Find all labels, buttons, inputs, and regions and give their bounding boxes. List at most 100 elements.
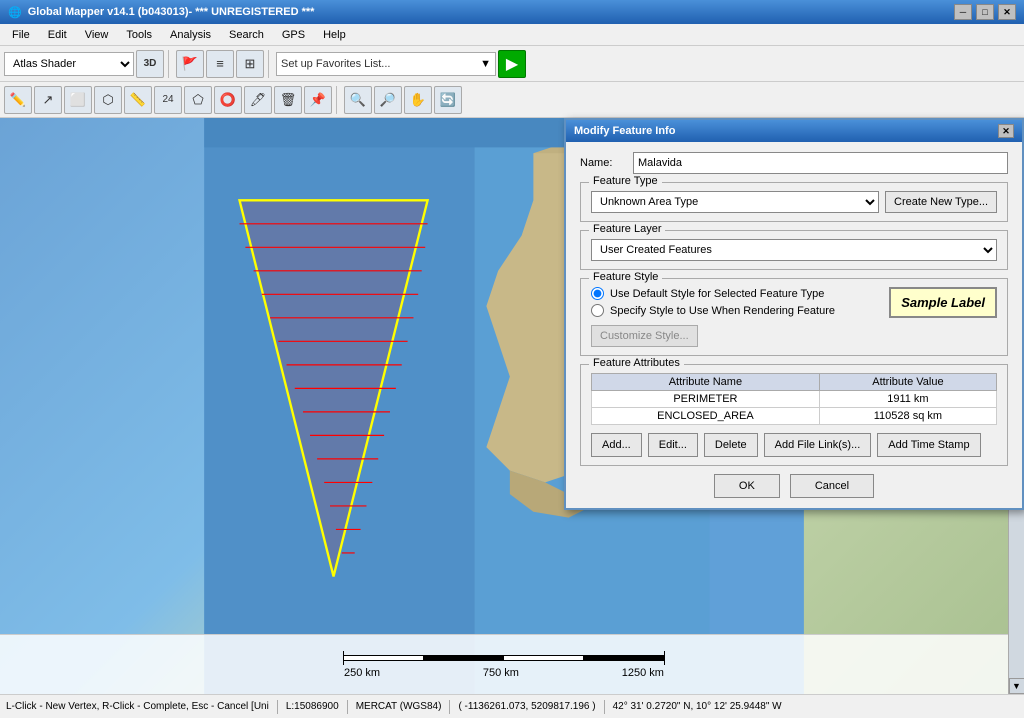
tb-marker-tool[interactable]: 📌 [304,86,332,114]
tb-erase-tool[interactable]: 🗑 [274,86,302,114]
tb-flag-button[interactable]: 🚩 [176,50,204,78]
tb-circle-tool[interactable]: ⭕ [214,86,242,114]
edit-attribute-button[interactable]: Edit... [648,433,698,457]
close-button[interactable]: ✕ [998,4,1016,20]
table-row: ENCLOSED_AREA 110528 sq km [592,408,997,425]
tb-3d-button[interactable]: 3D [136,50,164,78]
sample-label-box: Sample Label [889,287,997,318]
menu-help[interactable]: Help [315,27,354,43]
tb-edit-tool[interactable]: ↗ [34,86,62,114]
tb-pan-tool[interactable]: ✋ [404,86,432,114]
menu-edit[interactable]: Edit [40,27,75,43]
feature-type-combo[interactable]: Unknown Area Type [591,191,879,213]
feature-style-inner: Use Default Style for Selected Feature T… [591,287,997,347]
name-input[interactable] [633,152,1008,174]
create-new-type-button[interactable]: Create New Type... [885,191,997,213]
status-action: L-Click - New Vertex, R-Click - Complete… [6,701,269,712]
table-row: PERIMETER 1911 km [592,391,997,408]
status-sep-2 [347,700,348,714]
feature-layer-group: Feature Layer User Created Features [580,230,1008,270]
radio-default-style[interactable] [591,287,604,300]
modify-feature-dialog: Modify Feature Info ✕ Name: Feature Type… [564,118,1024,510]
title-bar: 🌐 Global Mapper v14.1 (b043013)- *** UNR… [0,0,1024,24]
scale-label-3: 1250 km [622,667,664,679]
tb-line-tool[interactable]: ⬡ [94,86,122,114]
ok-cancel-row: OK Cancel [580,474,1008,498]
dialog-title: Modify Feature Info [574,125,675,137]
tb-polygon-tool[interactable]: ⬠ [184,86,212,114]
favorites-dropdown-icon[interactable]: ▼ [480,58,491,70]
app-icon: 🌐 [8,6,22,19]
attr-name-2: ENCLOSED_AREA [592,408,820,425]
name-field-row: Name: [580,152,1008,174]
main-area: 250 km 750 km 1250 km ▲ ▼ Modify Feature… [0,118,1024,694]
attr-col-value-header: Attribute Value [819,374,996,391]
feature-type-group-label: Feature Type [589,175,662,187]
tb-layers-button[interactable]: ≡ [206,50,234,78]
title-bar-controls[interactable]: ─ □ ✕ [954,4,1016,20]
radio-custom-style-label: Specify Style to Use When Rendering Feat… [610,305,835,317]
add-time-stamp-button[interactable]: Add Time Stamp [877,433,980,457]
dialog-close-button[interactable]: ✕ [998,124,1014,138]
feature-layer-group-label: Feature Layer [589,223,665,235]
menu-search[interactable]: Search [221,27,272,43]
favorites-combo[interactable]: Set up Favorites List... ▼ [276,52,496,76]
tb-area-tool[interactable]: ⬜ [64,86,92,114]
menu-gps[interactable]: GPS [274,27,313,43]
tb-number-tool[interactable]: 24 [154,86,182,114]
dialog-title-bar: Modify Feature Info ✕ [566,120,1022,142]
radio-default-style-label: Use Default Style for Selected Feature T… [610,288,824,300]
tb-zoom-out[interactable]: 🔎 [374,86,402,114]
scroll-down-button[interactable]: ▼ [1009,678,1024,694]
menu-bar: File Edit View Tools Analysis Search GPS… [0,24,1024,46]
status-coords: ( -1136261.073, 5209817.196 ) [458,701,595,712]
tb-paint-tool[interactable]: 🖊 [244,86,272,114]
attribute-action-buttons: Add... Edit... Delete Add File Link(s)..… [591,433,997,457]
customize-style-button[interactable]: Customize Style... [591,325,698,347]
ok-button[interactable]: OK [714,474,780,498]
toolbar-separator-2 [268,50,272,78]
title-bar-left: 🌐 Global Mapper v14.1 (b043013)- *** UNR… [8,6,314,19]
attr-col-name-header: Attribute Name [592,374,820,391]
radio-custom-style[interactable] [591,304,604,317]
tb-grid-button[interactable]: ⊞ [236,50,264,78]
tb-rotate-tool[interactable]: 🔄 [434,86,462,114]
status-sep-3 [449,700,450,714]
status-proj: MERCAT (WGS84) [356,701,442,712]
delete-attribute-button[interactable]: Delete [704,433,758,457]
favorites-label: Set up Favorites List... [281,58,476,70]
menu-analysis[interactable]: Analysis [162,27,219,43]
scale-label-2: 750 km [483,667,519,679]
feature-attributes-group: Feature Attributes Attribute Name Attrib… [580,364,1008,466]
status-scale: L:15086900 [286,701,339,712]
attr-value-2: 110528 sq km [819,408,996,425]
attributes-table: Attribute Name Attribute Value PERIMETER… [591,373,997,425]
restore-button[interactable]: □ [976,4,994,20]
add-attribute-button[interactable]: Add... [591,433,642,457]
status-latlon: 42° 31' 0.2720" N, 10° 12' 25.9448" W [613,701,782,712]
menu-view[interactable]: View [77,27,117,43]
name-label: Name: [580,157,625,169]
minimize-button[interactable]: ─ [954,4,972,20]
menu-tools[interactable]: Tools [118,27,160,43]
cancel-button[interactable]: Cancel [790,474,874,498]
play-button[interactable]: ▶ [498,50,526,78]
status-bar: L-Click - New Vertex, R-Click - Complete… [0,694,1024,718]
feature-layer-row: User Created Features [591,239,997,261]
tb-select-tool[interactable]: ✏️ [4,86,32,114]
scale-label-1: 250 km [344,667,380,679]
add-file-link-button[interactable]: Add File Link(s)... [764,433,872,457]
menu-file[interactable]: File [4,27,38,43]
radio-row-2: Specify Style to Use When Rendering Feat… [591,304,871,317]
feature-style-radios: Use Default Style for Selected Feature T… [591,287,871,347]
toolbar-separator [168,50,172,78]
feature-layer-combo[interactable]: User Created Features [591,239,997,261]
tb-measure-tool[interactable]: 📏 [124,86,152,114]
status-sep-1 [277,700,278,714]
feature-style-group-label: Feature Style [589,271,662,283]
shader-combo[interactable]: Atlas Shader [4,52,134,76]
feature-type-group: Feature Type Unknown Area Type Create Ne… [580,182,1008,222]
status-sep-4 [604,700,605,714]
feature-style-group: Feature Style Use Default Style for Sele… [580,278,1008,356]
tb-zoom-in[interactable]: 🔍 [344,86,372,114]
